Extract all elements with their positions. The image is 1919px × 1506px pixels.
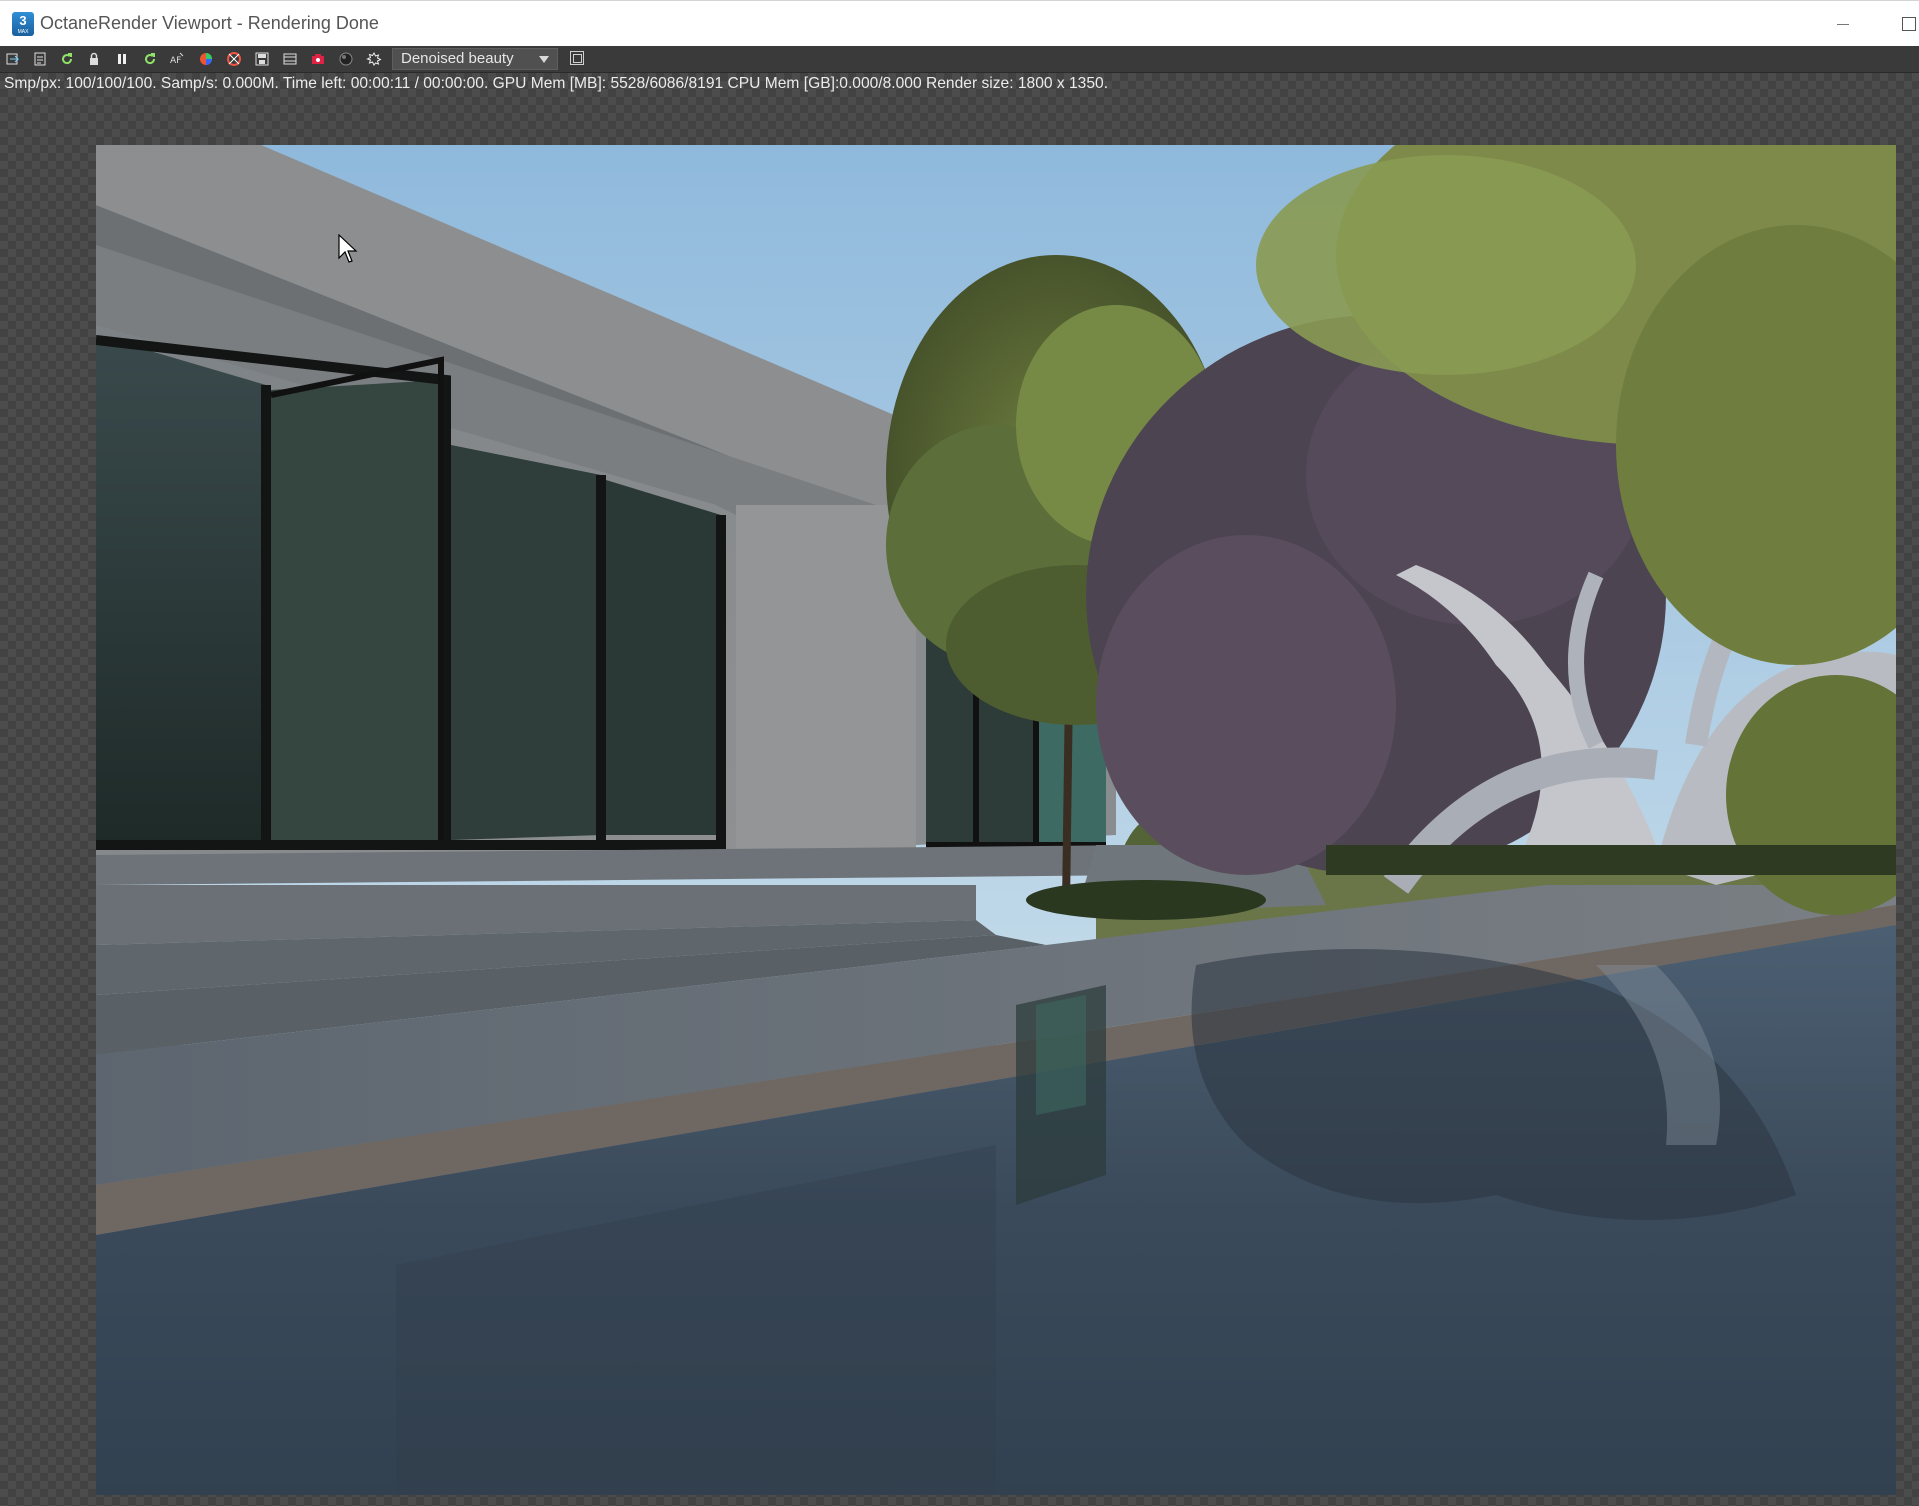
render-camera-icon[interactable] [309, 50, 327, 68]
settings-icon[interactable] [365, 50, 383, 68]
render-status-text: Smp/px: 100/100/100. Samp/s: 0.000M. Tim… [4, 75, 1109, 92]
viewport-toolbar: AF Denoised beauty [0, 46, 1919, 73]
restart-render-icon[interactable] [58, 50, 76, 68]
lock-icon[interactable] [85, 50, 103, 68]
mouse-cursor-icon [338, 234, 358, 263]
render-scene [96, 145, 1896, 1495]
app-icon-sublabel: MAX [17, 29, 29, 35]
svg-text:AF: AF [170, 56, 181, 66]
title-bar: 3 MAX OctaneRender Viewport - Rendering … [0, 0, 1919, 46]
clear-icon[interactable] [31, 50, 49, 68]
color-picker-icon[interactable] [197, 50, 215, 68]
send-scene-icon[interactable] [4, 50, 22, 68]
render-pass-selected: Denoised beauty [401, 50, 514, 67]
af-focus-icon[interactable]: AF [168, 50, 186, 68]
app-icon-label: 3 [19, 13, 27, 28]
film-icon[interactable] [281, 50, 299, 68]
pause-icon[interactable] [113, 50, 131, 68]
region-render-icon[interactable] [225, 50, 243, 68]
3ds-max-icon: 3 MAX [12, 12, 34, 36]
render-pass-dropdown[interactable]: Denoised beauty [392, 48, 558, 70]
maximize-button[interactable] [1880, 9, 1919, 39]
toggle-view-icon[interactable] [570, 51, 584, 65]
refresh-icon[interactable] [141, 50, 159, 68]
window-title: OctaneRender Viewport - Rendering Done [40, 13, 379, 33]
minimize-button[interactable] [1820, 9, 1866, 39]
save-image-icon[interactable] [253, 50, 271, 68]
material-icon[interactable] [337, 50, 355, 68]
rendered-image[interactable] [96, 145, 1896, 1495]
chevron-down-icon [539, 56, 549, 63]
